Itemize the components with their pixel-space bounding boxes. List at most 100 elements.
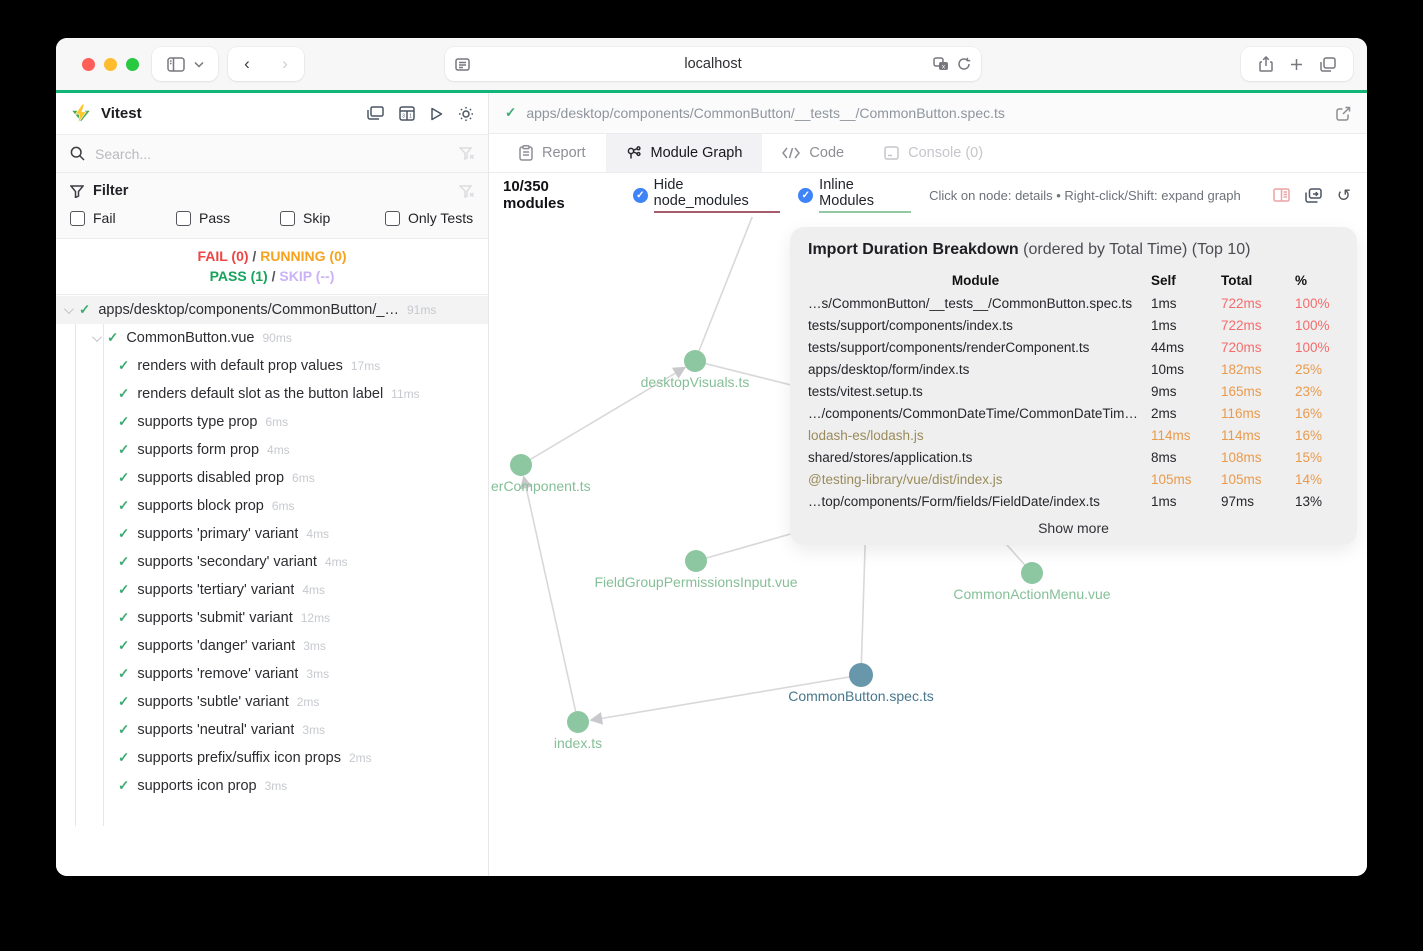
pass-check-icon: ✓	[118, 610, 130, 625]
only-tests-checkbox[interactable]	[385, 210, 400, 226]
test-suite-row[interactable]: ✓ CommonButton.vue 90ms	[56, 324, 488, 352]
graph-node[interactable]	[685, 550, 707, 572]
breakdown-module[interactable]: …top/components/Form/fields/FieldDate/in…	[808, 494, 1143, 509]
share-icon[interactable]	[1258, 56, 1273, 72]
tab-console[interactable]: Console (0)	[864, 134, 1003, 172]
graph-node[interactable]	[1021, 562, 1043, 584]
tab-code[interactable]: Code	[762, 134, 864, 172]
test-duration: 3ms	[306, 667, 330, 681]
breakdown-module[interactable]: tests/vitest.setup.ts	[808, 384, 1143, 399]
test-name: supports 'remove' variant	[137, 666, 299, 682]
chevron-down-icon[interactable]	[91, 331, 102, 342]
test-row[interactable]: ✓ supports 'subtle' variant 2ms	[56, 688, 488, 716]
graph-node[interactable]	[684, 350, 706, 372]
clear-filters-icon[interactable]	[459, 184, 474, 198]
minimize-window-button[interactable]	[104, 58, 117, 71]
breakdown-module[interactable]: shared/stores/application.ts	[808, 450, 1143, 465]
breakdown-row[interactable]: …top/components/Form/fields/FieldDate/in…	[808, 490, 1339, 512]
test-row[interactable]: ✓ supports block prop 6ms	[56, 492, 488, 520]
breakdown-self: 1ms	[1151, 295, 1177, 311]
test-row[interactable]: ✓ supports form prop 4ms	[56, 436, 488, 464]
breakdown-total: 722ms	[1221, 317, 1262, 333]
filter-option-only-tests[interactable]: Only Tests	[385, 210, 473, 226]
tab-overview-icon[interactable]	[1319, 56, 1336, 72]
test-row[interactable]: ✓ supports icon prop 3ms	[56, 772, 488, 800]
run-all-icon[interactable]	[430, 107, 443, 121]
breakdown-row[interactable]: @testing-library/vue/dist/index.js 105ms…	[808, 468, 1339, 490]
checked-checkbox-icon[interactable]: ✓	[632, 187, 648, 203]
breakdown-module[interactable]: lodash-es/lodash.js	[808, 428, 1143, 443]
search-input[interactable]	[95, 145, 449, 162]
test-row[interactable]: ✓ renders default slot as the button lab…	[56, 380, 488, 408]
graph-node[interactable]	[849, 663, 873, 687]
reset-graph-icon[interactable]: ↺	[1337, 187, 1351, 204]
test-row[interactable]: ✓ supports 'tertiary' variant 4ms	[56, 576, 488, 604]
pass-check-icon: ✓	[118, 694, 130, 709]
checked-checkbox-icon[interactable]: ✓	[798, 187, 814, 203]
test-row[interactable]: ✓ supports 'primary' variant 4ms	[56, 520, 488, 548]
show-more-button[interactable]: Show more	[808, 520, 1339, 536]
graph-node[interactable]	[510, 454, 532, 476]
translate-icon[interactable]: x	[933, 57, 949, 71]
test-row[interactable]: ✓ renders with default prop values 17ms	[56, 352, 488, 380]
breakdown-row[interactable]: tests/support/components/index.ts 1ms 72…	[808, 314, 1339, 336]
breakdown-module[interactable]: …s/CommonButton/__tests__/CommonButton.s…	[808, 296, 1143, 311]
toggle-breakdown-panel-icon[interactable]	[1273, 188, 1290, 202]
tab-report[interactable]: Report	[499, 134, 606, 172]
skip-checkbox[interactable]	[280, 210, 295, 226]
breakdown-row[interactable]: …s/CommonButton/__tests__/CommonButton.s…	[808, 292, 1339, 314]
forward-button[interactable]: ›	[266, 54, 304, 74]
test-row[interactable]: ✓ supports type prop 6ms	[56, 408, 488, 436]
test-row[interactable]: ✓ supports 'submit' variant 12ms	[56, 604, 488, 632]
breakdown-row[interactable]: shared/stores/application.ts 8ms 108ms 1…	[808, 446, 1339, 468]
breakdown-module[interactable]: …/components/CommonDateTime/CommonDateTi…	[808, 406, 1143, 421]
breakdown-module[interactable]: apps/desktop/form/index.ts	[808, 362, 1143, 377]
breakdown-row[interactable]: …/components/CommonDateTime/CommonDateTi…	[808, 402, 1339, 424]
dashboard-icon[interactable]: 31	[399, 106, 415, 121]
test-row[interactable]: ✓ supports disabled prop 6ms	[56, 464, 488, 492]
report-icon	[519, 145, 533, 161]
new-tab-icon[interactable]	[1290, 58, 1303, 71]
breakdown-row[interactable]: apps/desktop/form/index.ts 10ms 182ms 25…	[808, 358, 1339, 380]
export-graph-icon[interactable]	[1305, 187, 1322, 203]
collapse-panels-icon[interactable]	[367, 106, 384, 121]
breakdown-module[interactable]: tests/support/components/index.ts	[808, 318, 1143, 333]
breakdown-total: 720ms	[1221, 339, 1262, 355]
test-row[interactable]: ✓ supports 'remove' variant 3ms	[56, 660, 488, 688]
search-icon	[70, 146, 85, 161]
theme-toggle-icon[interactable]	[458, 106, 474, 122]
filter-option-fail[interactable]: Fail	[70, 210, 176, 226]
clear-search-filter-icon[interactable]	[459, 147, 474, 160]
breakdown-module[interactable]: @testing-library/vue/dist/index.js	[808, 472, 1143, 487]
breakdown-row[interactable]: tests/support/components/renderComponent…	[808, 336, 1339, 358]
open-external-icon[interactable]	[1336, 106, 1351, 121]
test-row[interactable]: ✓ supports 'secondary' variant 4ms	[56, 548, 488, 576]
test-row[interactable]: ✓ supports 'danger' variant 3ms	[56, 632, 488, 660]
module-graph-canvas[interactable]: desktopVisuals.ts erComponent.ts FieldGrou…	[489, 217, 1367, 876]
test-file-row[interactable]: ✓ apps/desktop/components/CommonButton/_…	[56, 296, 488, 324]
hide-node-modules-toggle[interactable]: ✓ Hide node_modules	[632, 177, 781, 213]
zoom-window-button[interactable]	[126, 58, 139, 71]
reader-view-icon[interactable]	[455, 57, 470, 71]
inline-modules-toggle[interactable]: ✓ Inline Modules	[798, 177, 912, 213]
close-window-button[interactable]	[82, 58, 95, 71]
search-bar	[56, 135, 488, 173]
url-text[interactable]: localhost	[445, 56, 981, 72]
pass-checkbox[interactable]	[176, 210, 191, 226]
test-row[interactable]: ✓ supports 'neutral' variant 3ms	[56, 716, 488, 744]
address-bar[interactable]: localhost x	[445, 47, 981, 81]
breakdown-row[interactable]: tests/vitest.setup.ts 9ms 165ms 23%	[808, 380, 1339, 402]
filter-option-skip[interactable]: Skip	[280, 210, 385, 226]
breakdown-row[interactable]: lodash-es/lodash.js 114ms 114ms 16%	[808, 424, 1339, 446]
fail-checkbox[interactable]	[70, 210, 85, 226]
filter-option-pass[interactable]: Pass	[176, 210, 280, 226]
test-row[interactable]: ✓ supports prefix/suffix icon props 2ms	[56, 744, 488, 772]
browser-sidebar-toggle[interactable]	[152, 47, 218, 81]
chevron-down-icon[interactable]	[63, 303, 74, 314]
breakdown-module[interactable]: tests/support/components/renderComponent…	[808, 340, 1143, 355]
tab-module-graph[interactable]: Module Graph	[605, 134, 763, 172]
graph-node[interactable]	[567, 711, 589, 733]
back-button[interactable]: ‹	[228, 54, 266, 74]
test-duration: 17ms	[350, 359, 381, 373]
reload-icon[interactable]	[957, 57, 971, 71]
